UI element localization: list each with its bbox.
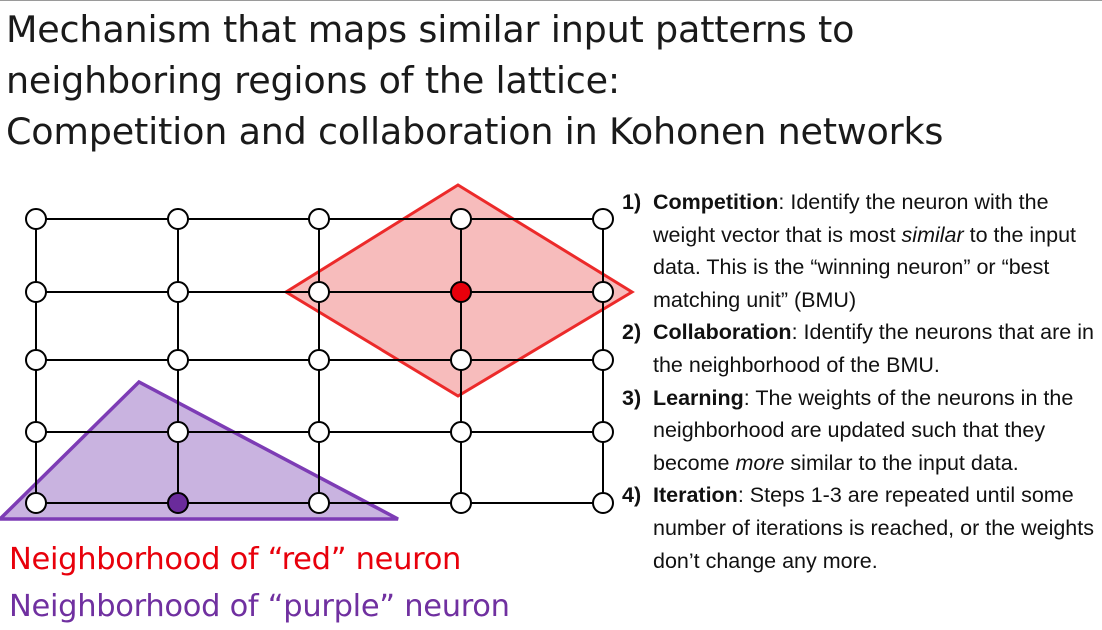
lattice-node xyxy=(592,492,614,514)
step-item: 2) Collaboration: Identify the neurons th… xyxy=(622,316,1102,381)
step-emphasis: more xyxy=(735,450,785,475)
lattice-node xyxy=(592,281,614,303)
purple-neuron xyxy=(167,492,189,514)
lattice-node xyxy=(167,349,189,371)
step-number: 2) xyxy=(622,320,642,345)
red-neuron xyxy=(450,281,472,303)
lattice-node xyxy=(450,349,472,371)
lattice-node xyxy=(25,349,47,371)
lattice-node xyxy=(308,208,330,230)
lattice-node xyxy=(25,492,47,514)
purple-neighborhood-triangle xyxy=(0,379,399,521)
step-number: 4) xyxy=(622,483,642,508)
lattice-node xyxy=(308,421,330,443)
lattice-node xyxy=(592,208,614,230)
lattice-node xyxy=(450,421,472,443)
legend-red: Neighborhood of “red” neuron xyxy=(9,542,462,577)
lattice-node xyxy=(308,349,330,371)
step-term: Collaboration xyxy=(653,320,792,345)
purple-neighborhood-region xyxy=(0,379,399,521)
title-line: neighboring regions of the lattice: xyxy=(6,59,621,102)
step-term: Learning xyxy=(653,385,744,410)
lattice-node xyxy=(308,281,330,303)
lattice-node xyxy=(592,349,614,371)
step-term: Competition xyxy=(653,190,779,214)
lattice-node xyxy=(25,208,47,230)
title-line: Competition and collaboration in Kohonen… xyxy=(6,110,944,153)
top-rule xyxy=(0,0,1102,1)
step-term: Iteration xyxy=(653,483,738,508)
lattice-node xyxy=(167,208,189,230)
step-item: 1) Competition: Identify the neuron with … xyxy=(622,186,1102,316)
lattice-node xyxy=(450,208,472,230)
step-emphasis: similar xyxy=(901,222,964,247)
kohonen-lattice-diagram xyxy=(0,183,635,521)
step-item: 3) Learning: The weights of the neurons i… xyxy=(622,382,1102,480)
lattice-node xyxy=(167,421,189,443)
lattice-node xyxy=(308,492,330,514)
lattice-node xyxy=(25,421,47,443)
lattice-node xyxy=(450,492,472,514)
lattice-node xyxy=(25,281,47,303)
legend: Neighborhood of “red” neuron Neighborhoo… xyxy=(9,536,510,630)
title-line: Mechanism that maps similar input patter… xyxy=(6,8,855,51)
step-number: 1) xyxy=(622,190,642,214)
lattice-node xyxy=(167,281,189,303)
step-text: similar to the input data. xyxy=(784,450,1019,475)
legend-purple: Neighborhood of “purple” neuron xyxy=(9,589,510,624)
step-item: 4) Iteration: Steps 1-3 are repeated unti… xyxy=(622,479,1102,577)
slide-title: Mechanism that maps similar input patter… xyxy=(6,4,943,157)
step-number: 3) xyxy=(622,385,642,410)
steps-list: 1) Competition: Identify the neuron with … xyxy=(622,186,1102,577)
lattice-node xyxy=(592,421,614,443)
